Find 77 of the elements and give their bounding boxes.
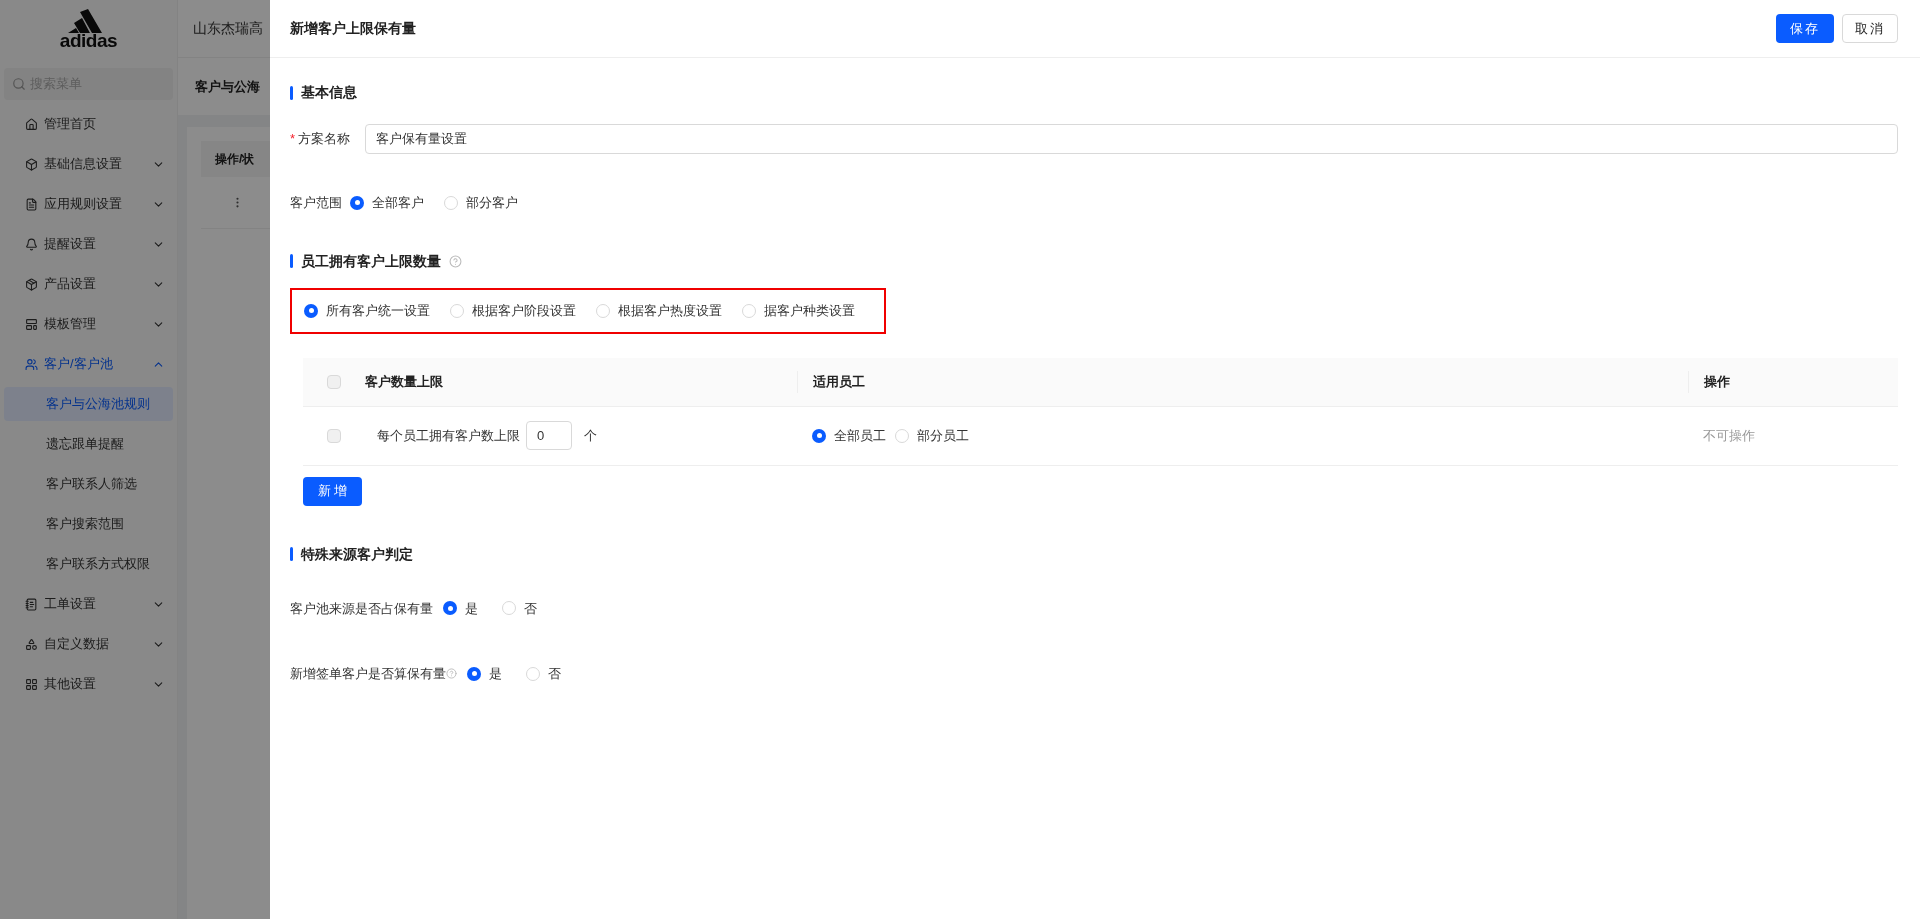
drawer-title: 新增客户上限保有量 — [290, 19, 416, 38]
notebook-icon — [25, 597, 38, 611]
column-header: 客户数量上限 — [365, 373, 443, 389]
menu-item[interactable]: 客户/客户池 — [0, 344, 177, 384]
checkbox[interactable] — [327, 374, 341, 389]
radio-button[interactable] — [443, 601, 457, 616]
radio-button[interactable] — [444, 195, 458, 210]
menu-item[interactable]: 其他设置 — [0, 664, 177, 704]
layout-icon — [25, 317, 38, 331]
limit-input[interactable]: 0 — [526, 421, 572, 450]
menu-item[interactable]: 管理首页 — [0, 104, 177, 144]
radio-label: 否 — [548, 665, 561, 683]
radio-button[interactable] — [596, 303, 610, 318]
menu-item[interactable]: 应用规则设置 — [0, 184, 177, 224]
document-icon — [25, 197, 38, 211]
page-title: 客户与公海 — [195, 77, 260, 96]
menu-item[interactable]: 产品设置 — [0, 264, 177, 304]
radio-label: 部分客户 — [466, 194, 518, 212]
section-title: 基本信息 — [301, 83, 357, 102]
help-icon[interactable] — [449, 254, 462, 268]
radio-label: 所有客户统一设置 — [326, 301, 430, 320]
logo: adidas — [59, 8, 118, 50]
name-input[interactable]: 客户保有量设置 — [365, 124, 1898, 154]
help-icon[interactable] — [446, 668, 457, 680]
radio-label: 据客户种类设置 — [764, 301, 855, 320]
users-icon — [25, 357, 38, 371]
checkbox[interactable] — [327, 428, 341, 443]
radio-label: 否 — [524, 599, 537, 618]
bell-icon — [25, 237, 38, 251]
cancel-button[interactable]: 取消 — [1842, 14, 1898, 43]
menu-item[interactable]: 自定义数据 — [0, 624, 177, 664]
field-label: 客户范围 — [290, 194, 342, 212]
column-header: 适用员工 — [813, 372, 865, 391]
submenu-item[interactable]: 客户联系方式权限 — [4, 547, 173, 581]
radio-button[interactable] — [742, 303, 756, 318]
table-header: 操作/状 — [201, 141, 270, 177]
home-icon — [25, 117, 38, 131]
action-text: 不可操作 — [1703, 427, 1755, 443]
radio-label: 全部客户 — [372, 194, 424, 212]
menu-item[interactable]: 工单设置 — [0, 584, 177, 624]
radio-label: 是 — [465, 599, 478, 618]
radio-button[interactable] — [450, 303, 464, 318]
required-mark: * — [290, 130, 296, 149]
radio-label: 全部员工 — [834, 426, 886, 445]
radio-button[interactable] — [812, 428, 826, 443]
field-label: 客户池来源是否占保有量 — [290, 599, 433, 618]
radio-button[interactable] — [467, 666, 481, 681]
submenu-item[interactable]: 遗忘跟单提醒 — [4, 427, 173, 461]
field-label: 新增签单客户是否算保有量 — [290, 665, 446, 683]
cube-icon — [25, 157, 38, 171]
radio-button[interactable] — [526, 666, 540, 681]
field-label: 方案名称 — [298, 130, 351, 149]
radio-label: 根据客户阶段设置 — [472, 301, 576, 320]
row-label: 每个员工拥有客户数上限 — [377, 426, 520, 445]
grid-icon — [25, 677, 38, 691]
menu-item[interactable]: 模板管理 — [0, 304, 177, 344]
search-icon — [12, 77, 26, 91]
menu-item[interactable]: 基础信息设置 — [0, 144, 177, 184]
submenu-item[interactable]: 客户联系人筛选 — [4, 467, 173, 501]
radio-button[interactable] — [502, 601, 516, 616]
menu-item[interactable]: 提醒设置 — [0, 224, 177, 264]
submenu-item[interactable]: 客户与公海池规则 — [4, 387, 173, 421]
radio-button[interactable] — [350, 195, 364, 210]
unit-label: 个 — [584, 426, 597, 445]
radio-label: 是 — [489, 665, 502, 683]
save-button[interactable]: 保存 — [1776, 14, 1834, 43]
submenu-item[interactable]: 客户搜索范围 — [4, 507, 173, 541]
column-header: 操作 — [1704, 372, 1730, 391]
radio-button[interactable] — [304, 303, 318, 318]
box-icon — [25, 277, 38, 291]
radio-button[interactable] — [895, 428, 909, 443]
section-title: 特殊来源客户判定 — [301, 544, 413, 564]
section-title: 员工拥有客户上限数量 — [301, 251, 441, 271]
radio-label: 根据客户热度设置 — [618, 301, 722, 320]
app-title: 山东杰瑞高 — [193, 19, 263, 38]
add-button[interactable]: 新 增 — [303, 476, 362, 506]
radio-label: 部分员工 — [917, 426, 969, 445]
